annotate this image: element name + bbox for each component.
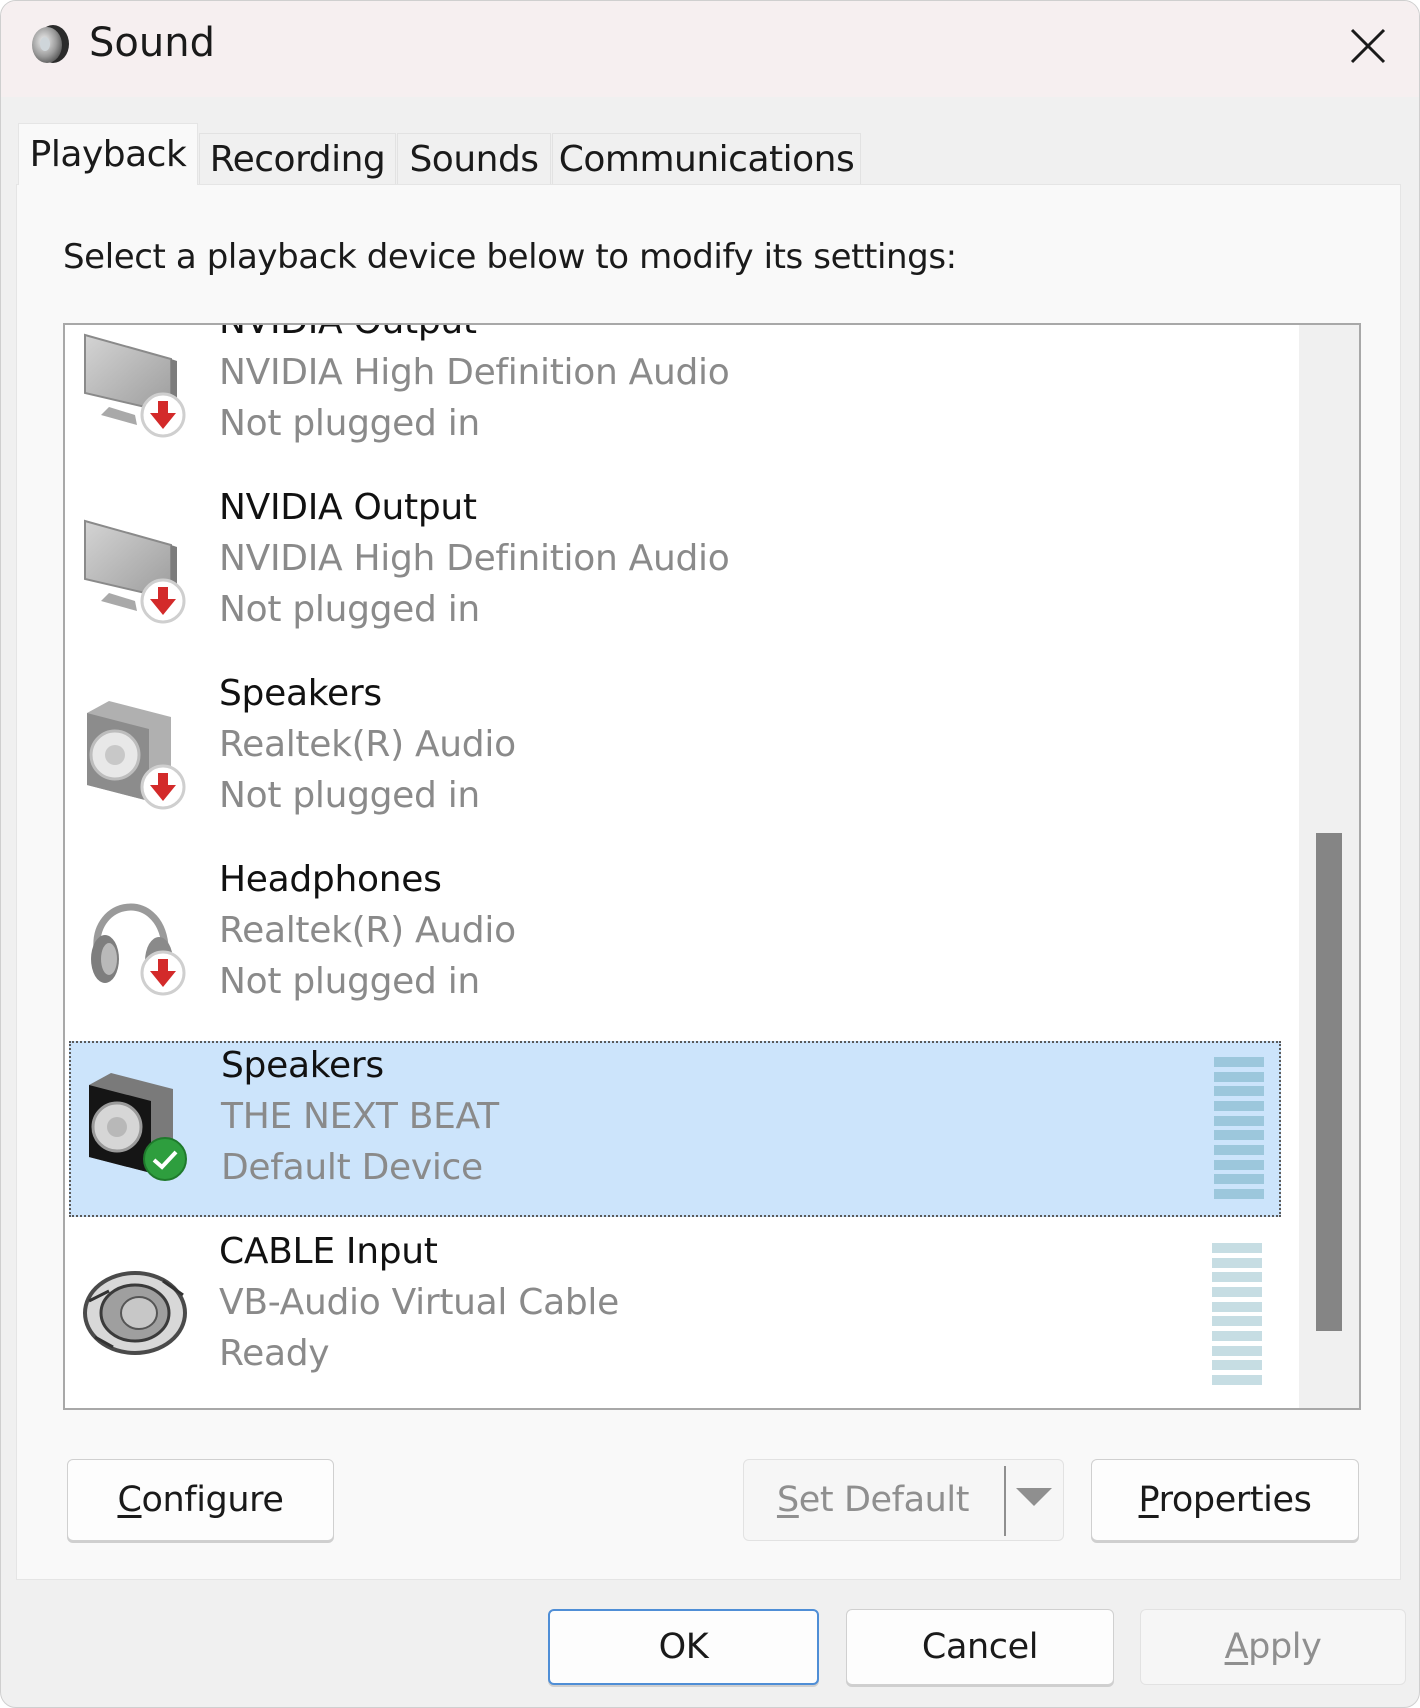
unplugged-badge-icon xyxy=(139,391,187,443)
split-divider xyxy=(1004,1466,1006,1536)
accelerator-key: A xyxy=(1224,1627,1249,1667)
meter-segment xyxy=(1214,1159,1264,1170)
device-row[interactable]: Headphones Realtek(R) Audio Not plugged in xyxy=(69,857,1281,1033)
device-row[interactable]: CABLE Input VB-Audio Virtual Cable Ready xyxy=(69,1229,1281,1405)
label-rest: pply xyxy=(1248,1627,1322,1667)
device-description: Realtek(R) Audio xyxy=(219,724,516,765)
device-name: NVIDIA Output xyxy=(219,487,477,528)
accelerator-key: C xyxy=(117,1480,142,1520)
device-description: NVIDIA High Definition Audio xyxy=(219,352,730,393)
device-name: CABLE Input xyxy=(219,1231,438,1272)
tab-sounds[interactable]: Sounds xyxy=(397,133,551,184)
meter-segment xyxy=(1214,1174,1264,1185)
meter-segment xyxy=(1214,1144,1264,1155)
meter-segment xyxy=(1212,1286,1262,1297)
device-row[interactable]: NVIDIA Output NVIDIA High Definition Audi… xyxy=(69,485,1281,661)
label-rest: roperties xyxy=(1158,1480,1312,1520)
tab-label: Playback xyxy=(29,134,187,175)
ok-label: OK xyxy=(658,1627,709,1667)
device-status: Default Device xyxy=(221,1147,483,1188)
default-check-badge-icon xyxy=(141,1135,189,1187)
meter-segment xyxy=(1214,1100,1264,1111)
properties-button[interactable]: Properties xyxy=(1091,1459,1359,1541)
window-title: Sound xyxy=(89,20,215,66)
device-name: Speakers xyxy=(221,1045,384,1086)
title-bar: Sound xyxy=(1,1,1419,97)
volume-level-meter xyxy=(1212,1243,1262,1385)
volume-level-meter xyxy=(1214,1057,1264,1199)
apply-label: Apply xyxy=(1225,1627,1322,1667)
unplugged-badge-icon xyxy=(139,577,187,629)
tab-label: Sounds xyxy=(409,138,539,180)
label-rest: et Default xyxy=(798,1480,970,1520)
apply-button[interactable]: Apply xyxy=(1140,1609,1406,1685)
configure-button[interactable]: Configure xyxy=(67,1459,334,1541)
close-icon xyxy=(1350,28,1386,64)
dropdown-arrow-icon[interactable] xyxy=(1016,1488,1052,1506)
scrollbar-thumb[interactable] xyxy=(1316,833,1342,1331)
meter-segment xyxy=(1214,1057,1264,1067)
meter-segment xyxy=(1214,1086,1264,1097)
meter-segment xyxy=(1212,1243,1262,1253)
accelerator-key: S xyxy=(776,1480,799,1520)
set-default-label: Set Default xyxy=(777,1480,969,1520)
device-row[interactable]: Speakers Realtek(R) Audio Not plugged in xyxy=(69,671,1281,847)
tab-recording[interactable]: Recording xyxy=(199,133,396,184)
unplugged-badge-icon xyxy=(139,763,187,815)
meter-segment xyxy=(1212,1330,1262,1341)
cancel-label: Cancel xyxy=(921,1627,1039,1667)
meter-segment xyxy=(1214,1188,1264,1199)
tab-label: Communications xyxy=(558,138,855,180)
meter-segment xyxy=(1212,1272,1262,1283)
ok-button[interactable]: OK xyxy=(548,1609,819,1685)
vertical-scrollbar[interactable] xyxy=(1299,325,1359,1408)
close-button[interactable] xyxy=(1331,15,1405,77)
device-status: Not plugged in xyxy=(219,961,480,1002)
speaker-icon xyxy=(32,25,69,63)
device-description: VB-Audio Virtual Cable xyxy=(219,1282,619,1323)
meter-segment xyxy=(1212,1360,1262,1371)
configure-label: Configure xyxy=(117,1480,283,1520)
device-name: Speakers xyxy=(219,673,382,714)
device-row[interactable]: Speakers THE NEXT BEAT Default Device xyxy=(69,1041,1281,1217)
properties-label: Properties xyxy=(1139,1480,1312,1520)
label-rest: onfigure xyxy=(141,1480,284,1520)
set-default-button[interactable]: Set Default xyxy=(744,1460,1002,1540)
unplugged-badge-icon xyxy=(139,949,187,1001)
device-row[interactable]: NVIDIA Output NVIDIA High Definition Audi… xyxy=(69,325,1281,475)
meter-segment xyxy=(1214,1115,1264,1126)
tab-playback[interactable]: Playback xyxy=(18,123,198,185)
tab-communications[interactable]: Communications xyxy=(552,133,861,184)
device-name: Headphones xyxy=(219,859,442,900)
device-status: Not plugged in xyxy=(219,403,480,444)
device-status: Not plugged in xyxy=(219,775,480,816)
device-description: Realtek(R) Audio xyxy=(219,910,516,951)
accelerator-key: P xyxy=(1138,1480,1159,1520)
meter-segment xyxy=(1212,1301,1262,1312)
meter-segment xyxy=(1214,1130,1264,1141)
instruction-text: Select a playback device below to modify… xyxy=(63,237,957,277)
meter-segment xyxy=(1214,1071,1264,1082)
set-default-split-button[interactable]: Set Default xyxy=(743,1459,1064,1541)
meter-segment xyxy=(1212,1316,1262,1327)
cable-icon xyxy=(79,1251,195,1367)
cancel-button[interactable]: Cancel xyxy=(846,1609,1114,1685)
meter-segment xyxy=(1212,1257,1262,1268)
meter-segment xyxy=(1212,1345,1262,1356)
meter-segment xyxy=(1212,1374,1262,1385)
device-list[interactable]: CABLE Input VB-Audio Virtual Cable Ready S… xyxy=(63,323,1361,1410)
playback-panel: Select a playback device below to modify… xyxy=(16,184,1401,1580)
device-description: NVIDIA High Definition Audio xyxy=(219,538,730,579)
device-description: THE NEXT BEAT xyxy=(221,1096,499,1137)
tab-label: Recording xyxy=(209,138,386,180)
device-status: Ready xyxy=(219,1333,330,1374)
sound-dialog: Sound Playback Recording Sounds Communic… xyxy=(0,0,1420,1708)
device-name: NVIDIA Output xyxy=(219,325,477,342)
device-status: Not plugged in xyxy=(219,589,480,630)
